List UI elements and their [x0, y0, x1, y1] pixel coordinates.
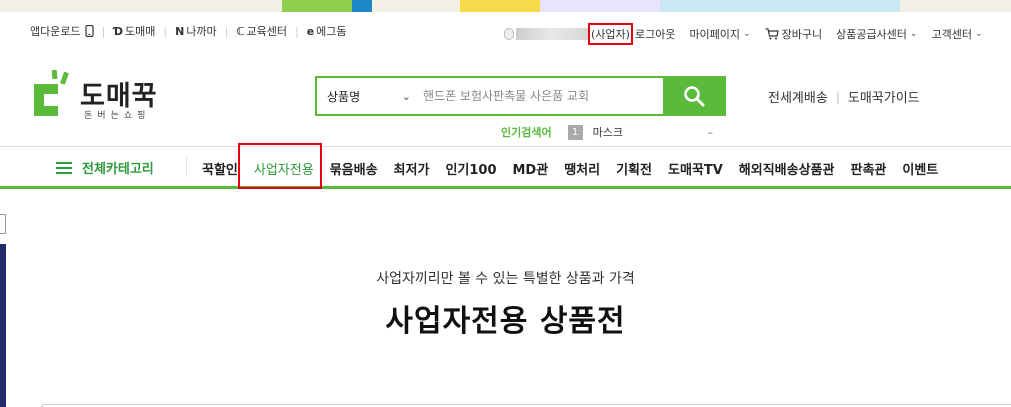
- guide-link[interactable]: 도매꾹가이드: [848, 87, 920, 106]
- logo-mark-icon: [34, 70, 69, 116]
- highlight-box: [238, 143, 322, 189]
- side-panel-tab[interactable]: [0, 214, 6, 234]
- supplier-center-menu[interactable]: 상품공급사센터 ⌄: [836, 26, 917, 42]
- nav-item-exhibition[interactable]: 기획전: [616, 159, 652, 178]
- nav-item-event[interactable]: 이벤트: [902, 159, 938, 178]
- logo-tagline: 돈버는쇼핑: [84, 111, 151, 121]
- divider: |: [163, 24, 168, 38]
- nav-item-bundle-shipping[interactable]: 묶음배송: [330, 159, 378, 178]
- search-button[interactable]: [663, 78, 725, 114]
- edu-center-logo-icon: ℂ: [236, 24, 245, 38]
- nav-item-clearance[interactable]: 땡처리: [564, 159, 600, 178]
- divider: |: [294, 24, 299, 38]
- nakkama-link[interactable]: N 나까마: [175, 23, 217, 39]
- app-download-link[interactable]: 앱다운로드: [30, 23, 94, 39]
- nav-item-domeggook-tv[interactable]: 도매꾹TV: [668, 159, 723, 178]
- customer-center-menu[interactable]: 고객센터 ⌄: [931, 26, 982, 42]
- search-input[interactable]: [419, 78, 663, 114]
- phone-icon: [85, 25, 94, 37]
- page-title: 사업자전용 상품전: [385, 304, 626, 339]
- top-promo-banner[interactable]: [0, 0, 1011, 12]
- eggdome-logo-icon: e: [306, 24, 315, 38]
- logout-link[interactable]: 로그아웃: [635, 26, 675, 42]
- utility-bar: 앱다운로드 | Ɗ 도매매 | N 나까마 | ℂ 교육센터 | e 에그돔 (…: [0, 18, 1011, 45]
- hamburger-icon: [56, 161, 72, 174]
- search-category-select[interactable]: 상품명 ⌄: [317, 78, 419, 114]
- search-icon: [684, 86, 705, 107]
- user-icon: [504, 28, 514, 40]
- popular-keyword-link[interactable]: 마스크: [593, 124, 623, 140]
- header-links: 전세계배송 | 도매꾹가이드: [768, 87, 920, 107]
- global-shipping-link[interactable]: 전세계배송: [768, 87, 828, 106]
- chevron-down-icon: ⌄: [743, 29, 751, 39]
- nav-item-promotion[interactable]: 판촉관: [850, 159, 886, 178]
- page-subtitle: 사업자끼리만 볼 수 있는 특별한 상품과 가격: [376, 271, 635, 287]
- rank-badge: 1: [567, 124, 583, 140]
- domeme-link[interactable]: Ɗ 도매매: [113, 23, 155, 39]
- rank-change: –: [707, 125, 714, 139]
- all-category-button[interactable]: 전체카테고리: [56, 158, 154, 177]
- chevron-down-icon: ⌄: [401, 89, 411, 103]
- domeme-logo-icon: Ɗ: [113, 24, 123, 38]
- divider: [186, 157, 187, 177]
- nav-item-popular-100[interactable]: 인기100: [445, 159, 496, 178]
- chevron-down-icon: ⌄: [974, 29, 983, 39]
- nav-item-overseas-direct[interactable]: 해외직배송상품관: [739, 159, 835, 178]
- user-name-blurred: [516, 28, 588, 40]
- popular-keywords-label: 인기검색어: [501, 126, 552, 139]
- nav-item-lowest-price[interactable]: 최저가: [394, 159, 430, 178]
- chevron-down-icon: ⌄: [909, 29, 918, 39]
- divider: |: [101, 24, 106, 38]
- user-grade-badge: (사업자): [588, 23, 633, 45]
- nav-item-md[interactable]: MD관: [513, 159, 549, 178]
- nav-item-discount[interactable]: 꾹할인: [202, 159, 238, 178]
- divider: |: [224, 24, 229, 38]
- eggdome-link[interactable]: e 에그돔: [307, 23, 347, 39]
- edu-center-link[interactable]: ℂ 교육센터: [236, 23, 287, 39]
- cart-icon: [765, 28, 779, 40]
- utility-left-links: 앱다운로드 | Ɗ 도매매 | N 나까마 | ℂ 교육센터 | e 에그돔: [30, 23, 347, 39]
- nakkama-logo-icon: N: [175, 24, 185, 38]
- site-logo[interactable]: 도매꾹 돈버는쇼핑: [28, 70, 168, 121]
- popular-keywords: 인기검색어 1 마스크 –: [501, 124, 713, 140]
- main-nav: 전체카테고리 꾹할인 사업자전용 묶음배송 최저가 인기100 MD관 땡처리 …: [0, 147, 1011, 187]
- nav-bottom-border: [0, 186, 1011, 189]
- search-bar: 상품명 ⌄: [315, 76, 726, 116]
- mypage-menu[interactable]: 마이페이지 ⌄: [689, 26, 750, 42]
- cart-link[interactable]: 장바구니: [765, 26, 822, 42]
- divider: |: [835, 89, 840, 104]
- utility-right-links: (사업자) 로그아웃 마이페이지 ⌄ 장바구니 상품공급사센터 ⌄ 고객센터 ⌄: [504, 23, 983, 45]
